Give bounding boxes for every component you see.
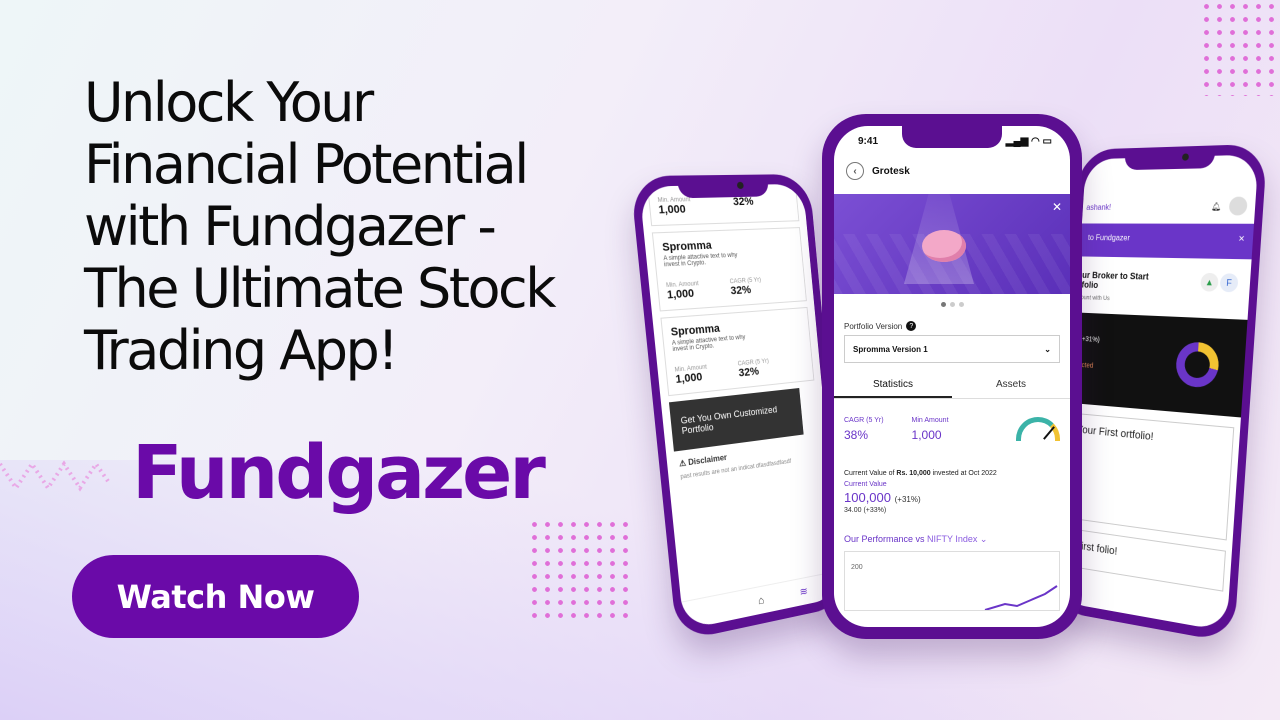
avatar[interactable] [1229, 197, 1248, 216]
create-portfolio-card[interactable]: r First folio! [1064, 528, 1226, 592]
performance-header[interactable]: Our Performance vs NIFTY Index ⌄ [834, 514, 1070, 545]
bell-icon[interactable]: 🔔︎ [1211, 202, 1222, 211]
performance-index: NIFTY Index [927, 534, 977, 544]
help-icon[interactable]: ? [906, 321, 916, 331]
portfolio-summary-panel: (+31%) ected [1071, 312, 1248, 417]
headline-line: Financial Potential [84, 134, 644, 196]
tab-bar: Statistics Assets [834, 373, 1070, 399]
headline-line: Unlock Your [84, 72, 644, 134]
tab-assets[interactable]: Assets [952, 373, 1070, 398]
invested-amount: Rs. 10,000 [896, 470, 930, 477]
min-amount-value: 1,000 [667, 287, 701, 301]
screen-title: Grotesk [872, 166, 910, 177]
panel-change: (+31%) [1080, 336, 1240, 352]
chevron-down-icon: ⌄ [1044, 345, 1051, 354]
app-header: ‹ Grotesk [834, 154, 1070, 188]
phone-notch [1124, 145, 1215, 170]
card-name: Spromma [662, 236, 794, 254]
status-icons: ▂▄▆ ◠ ▭ [1006, 136, 1052, 154]
connect-subtitle: ount with Us [1081, 295, 1162, 304]
phone-left-screen: Min. Amount 1,000 32% Spromma A simple at… [639, 184, 842, 630]
chevron-down-icon: ⌄ [980, 534, 988, 544]
phone-right-screen: ashank! 🔔︎ to Fundgazer ✕ ur Broker to S… [1058, 154, 1258, 631]
cagr-value: 32% [730, 283, 762, 297]
portfolio-version-label: Portfolio Version [844, 322, 902, 331]
cagr-value: 38% [844, 428, 884, 442]
cagr-label: CAGR (5 Yr) [844, 417, 884, 424]
card-description: A simple attactive text to why invest in… [663, 252, 741, 268]
decorative-dots-middle [528, 518, 632, 622]
close-icon[interactable]: ✕ [1052, 200, 1062, 214]
close-icon[interactable]: ✕ [1238, 234, 1246, 249]
pager-dot[interactable] [950, 302, 955, 307]
cagr-value: 32% [738, 364, 770, 379]
chevron-left-icon[interactable]: ‹ [846, 162, 864, 180]
broker-logo-icon: F [1220, 273, 1239, 292]
current-value-caption: Current Value of Rs. 10,000 invested at … [834, 442, 1070, 477]
portfolio-version-select[interactable]: Spromma Version 1 ⌄ [844, 335, 1060, 363]
cagr-value: 32% [733, 196, 755, 209]
current-value-label: Current Value [834, 477, 1070, 488]
performance-line [845, 570, 1059, 610]
current-value-prefix: Current Value of [844, 470, 894, 477]
stats-row: CAGR (5 Yr) 38% Min Amount 1,000 [834, 399, 1070, 442]
current-value-change: (+31%) [895, 495, 921, 504]
camera-icon [737, 182, 744, 189]
headline-line: The Ultimate Stock [84, 258, 644, 320]
piggy-bank-icon [922, 230, 966, 262]
headline-line: Trading App! [84, 320, 644, 382]
brand-name: Fundgazer [132, 430, 543, 516]
phone-right: ashank! 🔔︎ to Fundgazer ✕ ur Broker to S… [1051, 144, 1268, 643]
status-time: 9:41 [858, 136, 878, 154]
current-value-row: 100,000 (+31%) [834, 488, 1070, 505]
portfolio-icon[interactable]: ≋ [799, 585, 808, 599]
pager-dot[interactable] [941, 302, 946, 307]
min-amount-value: 1,000 [675, 371, 708, 386]
connect-broker[interactable]: ur Broker to Start folio ount with Us ▲ … [1077, 256, 1252, 307]
home-icon[interactable]: ⌂ [757, 594, 764, 607]
pager-dot[interactable] [959, 302, 964, 307]
welcome-banner: to Fundgazer ✕ [1080, 223, 1254, 259]
banner-text: to Fundgazer [1087, 233, 1130, 247]
connect-title: ur Broker to Start folio [1081, 270, 1163, 292]
custom-portfolio-button[interactable]: Get You Own Customized Portfolio [669, 388, 804, 452]
phone-notch [677, 174, 769, 198]
selected-version: Spromma Version 1 [853, 345, 928, 354]
phone-center: 9:41 ▂▄▆ ◠ ▭ ‹ Grotesk ✕ Portfolio Versi… [822, 114, 1082, 639]
current-value-suffix: invested at Oct 2022 [933, 470, 997, 477]
hero-banner: ✕ [834, 194, 1070, 294]
watch-now-button[interactable]: Watch Now [72, 555, 359, 638]
current-value-sub: 34.00 (+33%) [834, 505, 1070, 514]
disclaimer-title: Disclaimer [688, 453, 727, 467]
headline: Unlock Your Financial Potential with Fun… [84, 72, 644, 382]
phone-notch [902, 126, 1002, 148]
tab-statistics[interactable]: Statistics [834, 373, 952, 398]
performance-label: Our Performance vs [844, 534, 925, 544]
portfolio-version-label-row: Portfolio Version ? [834, 307, 1070, 335]
performance-chart: 200 [844, 551, 1060, 611]
camera-icon [1182, 153, 1189, 160]
broker-logo-icon: ▲ [1200, 273, 1219, 292]
portfolio-card[interactable]: Spromma A simple attactive text to why i… [660, 307, 814, 396]
greeting: ashank! [1086, 202, 1111, 211]
decorative-zigzag [0, 456, 110, 496]
min-amount-value: 1,000 [912, 428, 949, 442]
portfolio-card[interactable]: Spromma A simple attactive text to why i… [652, 227, 807, 311]
min-amount-value: 1,000 [658, 203, 692, 216]
create-portfolio-card[interactable]: Your First ortfolio! [1067, 413, 1234, 541]
headline-line: with Fundgazer - [84, 196, 644, 258]
decorative-dots-top-right [1200, 0, 1280, 96]
current-value: 100,000 [844, 490, 891, 505]
min-amount-label: Min Amount [912, 417, 949, 424]
phone-center-screen: 9:41 ▂▄▆ ◠ ▭ ‹ Grotesk ✕ Portfolio Versi… [834, 126, 1070, 627]
